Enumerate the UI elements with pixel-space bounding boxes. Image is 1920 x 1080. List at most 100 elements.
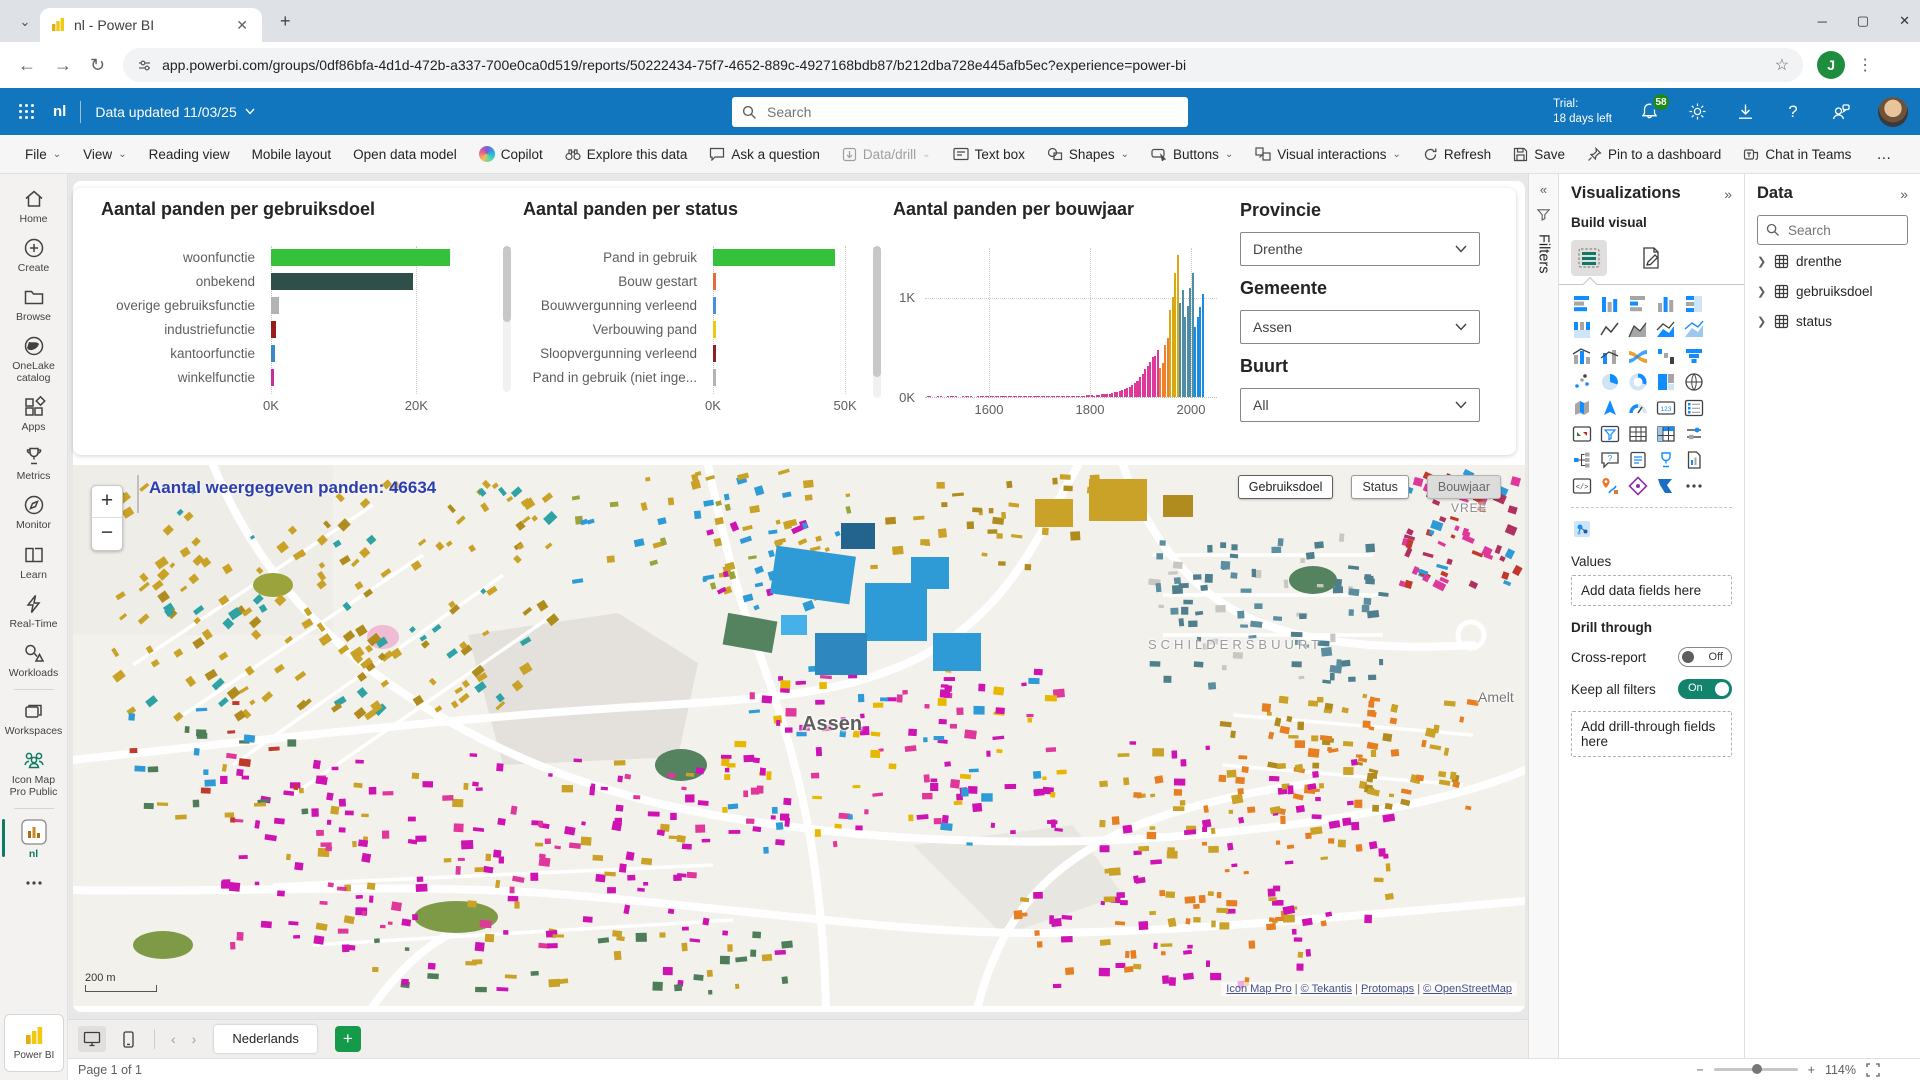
rail-item-real-time[interactable]: Real-Time [0, 587, 68, 636]
attribution-link[interactable]: Icon Map Pro [1226, 983, 1291, 995]
bar-onbekend[interactable] [271, 273, 413, 290]
viz-icon-more-visuals[interactable] [1683, 475, 1705, 497]
toolbar-item-file[interactable]: File⌄ [14, 135, 72, 173]
slicer-dropdown-buurt[interactable]: All [1240, 388, 1480, 422]
histogram-bar[interactable] [940, 396, 942, 397]
mobile-layout-button[interactable] [114, 1026, 142, 1052]
histogram-bar[interactable] [970, 396, 972, 397]
collapse-data-icon[interactable]: » [1900, 186, 1908, 202]
scrollbar-thumb[interactable] [873, 246, 881, 377]
viz-icon-power-apps[interactable] [1627, 475, 1649, 497]
data-table-drenthe[interactable]: ❯drenthe [1757, 247, 1908, 275]
histogram-bar[interactable] [929, 396, 931, 397]
tab-close-icon[interactable]: ✕ [232, 17, 252, 34]
viz-icon-custom-visual[interactable] [1571, 518, 1593, 540]
help-button[interactable]: ? [1782, 101, 1804, 123]
tab-search-chevron-icon[interactable]: ⌄ [14, 11, 36, 33]
desktop-layout-button[interactable] [78, 1026, 106, 1052]
chevron-right-icon[interactable]: ❯ [1757, 255, 1767, 268]
rail-item-more[interactable] [0, 866, 68, 901]
toolbar-item-reading-view[interactable]: Reading view [138, 135, 241, 173]
data-updated-menu[interactable]: Data updated 11/03/25 [95, 104, 254, 120]
forward-icon[interactable]: → [54, 55, 72, 76]
viz-icon-stacked-bar-chart[interactable] [1571, 293, 1593, 315]
drill-through-field-well[interactable]: Add drill-through fields here [1571, 711, 1732, 757]
bar-winkelfunctie[interactable] [271, 369, 274, 386]
attribution-link[interactable]: © OpenStreetMap [1423, 983, 1512, 995]
toolbar-item-data-drill[interactable]: Data/drill⌄ [831, 135, 942, 173]
values-field-well[interactable]: Add data fields here [1571, 575, 1732, 606]
viz-icon-slicer[interactable] [1599, 423, 1621, 445]
viz-icon-100-stacked-column-chart[interactable] [1571, 319, 1593, 341]
attribution-link[interactable]: Protomaps [1361, 983, 1414, 995]
viz-icon-area-chart[interactable] [1627, 319, 1649, 341]
map-zoom-in-button[interactable]: + [92, 486, 122, 518]
fit-to-page-icon[interactable] [1866, 1063, 1880, 1077]
bar-kantoorfunctie[interactable] [271, 345, 275, 362]
expand-filters-icon[interactable]: « [1540, 182, 1547, 197]
toolbar-item-text-box[interactable]: Text box [942, 135, 1036, 173]
zoom-slider[interactable] [1714, 1068, 1798, 1071]
close-button[interactable]: ✕ [1899, 13, 1910, 29]
map-button-gebruiksdoel[interactable]: Gebruiksdoel [1238, 475, 1334, 499]
viz-icon-ribbon-chart[interactable] [1627, 345, 1649, 367]
viz-icon-stacked-area-chart[interactable] [1655, 319, 1677, 341]
slicer-dropdown-gemeente[interactable]: Assen [1240, 310, 1480, 344]
viz-icon-donut-chart[interactable] [1627, 371, 1649, 393]
build-visual-tab[interactable] [1571, 240, 1607, 276]
bar-pand-in-gebruik-niet-inge[interactable] [713, 369, 716, 386]
keep-filters-toggle[interactable]: On [1678, 679, 1732, 699]
viz-icon-matrix[interactable] [1655, 423, 1677, 445]
map-button-status[interactable]: Status [1351, 475, 1408, 499]
histogram-bar[interactable] [1202, 294, 1204, 397]
rail-item-onelake-catalog[interactable]: OneLake catalog [0, 329, 68, 390]
chart-scrollbar[interactable] [503, 246, 511, 392]
bar-overige-gebruiksfunctie[interactable] [271, 297, 279, 314]
viz-icon-qa-visual[interactable]: ? [1599, 449, 1621, 471]
toolbar-item-ask-a-question[interactable]: Ask a question [698, 135, 831, 173]
bar-woonfunctie[interactable] [271, 249, 450, 266]
url-field[interactable]: app.powerbi.com/groups/0df86bfa-4d1d-472… [123, 48, 1803, 82]
viz-icon-power-automate[interactable] [1655, 475, 1677, 497]
browser-menu-icon[interactable]: ⋮ [1857, 55, 1874, 75]
viz-icon-map[interactable] [1683, 371, 1705, 393]
feedback-button[interactable] [1830, 101, 1852, 123]
rail-item-metrics[interactable]: Metrics [0, 439, 68, 488]
viz-icon-100-stacked-bar-chart[interactable] [1683, 293, 1705, 315]
viz-icon-field-parameters[interactable] [1683, 423, 1705, 445]
rail-item-monitor[interactable]: Monitor [0, 488, 68, 537]
map-zoom-out-button[interactable]: − [92, 518, 122, 550]
data-table-gebruiksdoel[interactable]: ❯gebruiksdoel [1757, 277, 1908, 305]
viz-icon-icon-map-pro[interactable] [1599, 475, 1621, 497]
rail-item-apps[interactable]: Apps [0, 390, 68, 439]
back-icon[interactable]: ← [18, 55, 36, 76]
global-search[interactable] [732, 97, 1188, 127]
viz-icon-waterfall-chart[interactable] [1655, 345, 1677, 367]
settings-button[interactable] [1686, 101, 1708, 123]
bar-sloopvergunning-verleend[interactable] [713, 345, 716, 362]
rail-item-browse[interactable]: Browse [0, 280, 68, 329]
rail-item-workspaces[interactable]: Workspaces [0, 694, 68, 743]
viz-icon-azure-map[interactable] [1599, 397, 1621, 419]
zoom-in-icon[interactable]: + [1808, 1063, 1815, 1077]
chevron-right-icon[interactable]: ❯ [1757, 285, 1767, 298]
notifications-button[interactable]: 58 [1638, 101, 1660, 123]
toolbar-item-visual-interactions[interactable]: Visual interactions⌄ [1244, 135, 1412, 173]
viz-icon-stacked-column-chart[interactable] [1599, 293, 1621, 315]
viz-icon-funnel-chart[interactable] [1683, 345, 1705, 367]
download-button[interactable] [1734, 101, 1756, 123]
bar-bouw-gestart[interactable] [713, 273, 716, 290]
new-tab-button[interactable]: + [280, 12, 291, 30]
toolbar-item-shapes[interactable]: Shapes⌄ [1036, 135, 1140, 173]
zoom-out-icon[interactable]: − [1696, 1063, 1703, 1077]
viz-icon-kpi[interactable] [1571, 423, 1593, 445]
rail-item-icon-map-pro-public[interactable]: Icon Map Pro Public [0, 743, 68, 804]
viz-icon-scatter-chart[interactable] [1571, 371, 1593, 393]
collapse-visualizations-icon[interactable]: » [1724, 186, 1732, 202]
toolbar-item-chat-in-teams[interactable]: Chat in Teams [1732, 135, 1862, 173]
viz-icon-combo-chart[interactable] [1599, 345, 1621, 367]
bar-bouwvergunning-verleend[interactable] [713, 297, 716, 314]
next-page-icon[interactable]: › [188, 1031, 201, 1047]
slicer-dropdown-provincie[interactable]: Drenthe [1240, 232, 1480, 266]
powerbi-product-switcher[interactable]: Power BI [4, 1014, 64, 1072]
